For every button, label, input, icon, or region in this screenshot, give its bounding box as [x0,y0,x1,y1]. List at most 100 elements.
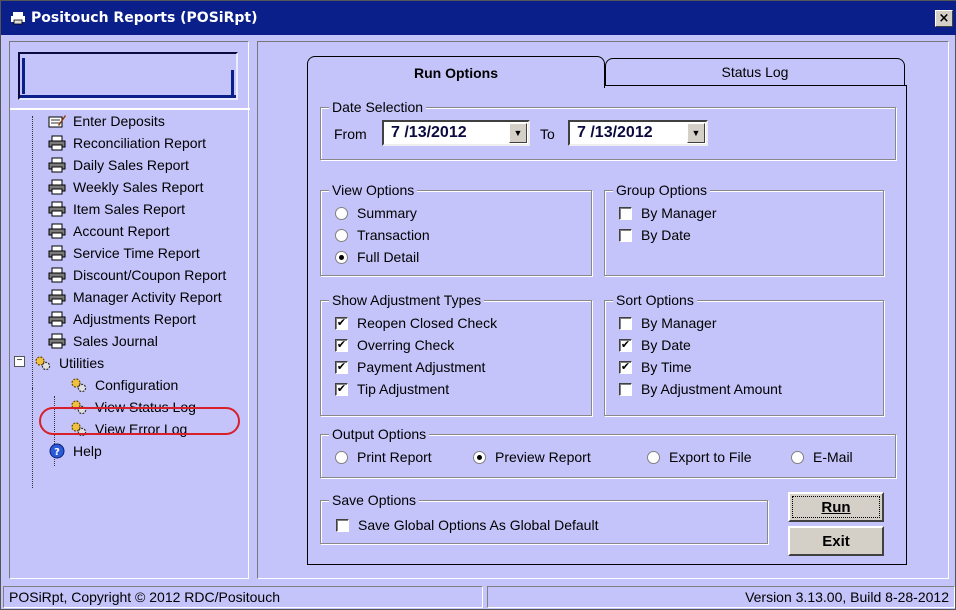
option-label: By Adjustment Amount [641,381,782,397]
highlight-ring [39,407,240,435]
tree-item[interactable]: Daily Sales Report [48,154,189,176]
checkbox-box[interactable] [619,228,632,242]
date-selection-legend: Date Selection [329,99,427,115]
option-label: Full Detail [357,249,420,265]
run-button[interactable]: Run [788,492,884,522]
sort-option-by-date[interactable]: ✔ By Date [619,335,691,355]
tree-item[interactable]: Utilities − [14,352,105,374]
tree-item-label: Sales Journal [73,333,158,349]
run-options-panel: Date Selection From 7 /13/2012 ▼ To 7 /1… [307,85,907,565]
option-label: Summary [357,205,417,221]
tree-item[interactable]: Account Report [48,220,170,242]
checkbox-box[interactable] [619,316,632,330]
radio-button[interactable] [473,450,486,464]
tab-run-options[interactable]: Run Options [307,56,605,88]
tree-item-label: Daily Sales Report [73,157,189,173]
from-date-value: 7 /13/2012 [391,124,467,141]
tree-item[interactable]: Configuration [70,374,178,396]
navigation-pane: Enter Deposits Reconciliation Report Daily… [9,41,250,579]
radio-button[interactable] [335,228,348,242]
printer-icon [48,201,66,217]
exit-button[interactable]: Exit [788,526,884,556]
checkbox-box[interactable]: ✔ [335,360,348,374]
checkbox-box[interactable]: ✔ [619,338,632,352]
checkbox-box[interactable]: ✔ [335,382,348,396]
tree-item[interactable]: Adjustments Report [48,308,196,330]
radio-button[interactable] [335,450,348,464]
tree-item[interactable]: Reconciliation Report [48,132,206,154]
output-option-preview-report[interactable]: Preview Report [473,447,591,467]
tree-item[interactable]: Manager Activity Report [48,286,222,308]
adjustment-type-reopen-closed-check[interactable]: ✔ Reopen Closed Check [335,313,497,333]
option-label: Transaction [357,227,430,243]
adjustment-type-overring-check[interactable]: ✔ Overring Check [335,335,454,355]
checkbox-box[interactable] [336,518,349,532]
output-option-print-report[interactable]: Print Report [335,447,432,467]
option-label: By Date [641,337,691,353]
tree-item-label: Reconciliation Report [73,135,207,151]
output-options-legend: Output Options [329,426,430,442]
sort-option-by-adjustment-amount[interactable]: By Adjustment Amount [619,379,782,399]
tree-item[interactable]: Enter Deposits [48,110,165,132]
radio-button[interactable] [791,450,804,464]
view-option-transaction[interactable]: Transaction [335,225,430,245]
sort-option-by-manager[interactable]: By Manager [619,313,716,333]
tree-item[interactable]: Service Time Report [48,242,200,264]
radio-button[interactable] [647,450,660,464]
checkbox-box[interactable]: ✔ [619,360,632,374]
printer-icon [48,333,66,349]
tree-item[interactable]: Discount/Coupon Report [48,264,226,286]
adjustment-types-group: Show Adjustment Types ✔ Reopen Closed Che… [320,292,592,416]
gears-icon [34,355,52,371]
report-tree: Enter Deposits Reconciliation Report Daily… [10,108,250,578]
radio-button[interactable] [335,206,348,220]
view-options-group: View Options Summary Transaction Full Deta… [320,182,592,276]
close-button[interactable]: × [935,10,953,27]
group-option-by-manager[interactable]: By Manager [619,203,716,223]
save-global-default-checkbox[interactable]: Save Global Options As Global Default [336,515,598,535]
tab-status-log[interactable]: Status Log [605,58,905,85]
chevron-down-icon[interactable]: ▼ [687,123,705,143]
to-date-picker[interactable]: 7 /13/2012 ▼ [568,120,708,146]
tree-item[interactable]: Item Sales Report [48,198,185,220]
from-date-picker[interactable]: 7 /13/2012 ▼ [382,120,530,146]
save-options-group: Save Options Save Global Options As Glob… [320,492,768,544]
status-copyright: POSiRpt, Copyright © 2012 RDC/Positouch [3,586,483,608]
gears-icon [70,377,88,393]
tree-item[interactable]: Weekly Sales Report [48,176,203,198]
checkbox-box[interactable] [619,382,632,396]
status-bar: POSiRpt, Copyright © 2012 RDC/Positouch … [1,584,956,610]
tree-item-label: Configuration [95,377,179,393]
checkbox-box[interactable] [619,206,632,220]
group-option-by-date[interactable]: By Date [619,225,691,245]
tree-item-label: Utilities [59,355,105,371]
app-window: Positouch Reports (POSiRpt) × Enter Depo… [0,0,956,610]
chevron-down-icon[interactable]: ▼ [509,123,527,143]
view-option-full-detail[interactable]: Full Detail [335,247,419,267]
printer-icon [48,157,66,173]
sort-option-by-time[interactable]: ✔ By Time [619,357,692,377]
option-label: Tip Adjustment [357,381,450,397]
printer-icon [48,289,66,305]
radio-button[interactable] [335,250,348,264]
to-date-value: 7 /13/2012 [577,124,653,141]
checkbox-box[interactable]: ✔ [335,316,348,330]
collapse-toggle-icon[interactable]: − [14,356,25,367]
option-label: By Time [641,359,692,375]
logo-box [18,52,238,100]
checkbox-box[interactable]: ✔ [335,338,348,352]
adjustment-type-tip-adjustment[interactable]: ✔ Tip Adjustment [335,379,449,399]
adjustment-type-payment-adjustment[interactable]: ✔ Payment Adjustment [335,357,485,377]
output-option-export-to-file[interactable]: Export to File [647,447,751,467]
tree-item[interactable]: ? Help [48,440,102,462]
tree-item[interactable]: Sales Journal [48,330,158,352]
status-version: Version 3.13.00, Build 8-28-2012 [487,586,955,608]
tree-item-label: Adjustments Report [73,311,196,327]
option-label: Payment Adjustment [357,359,486,375]
title-bar: Positouch Reports (POSiRpt) × [1,1,956,35]
output-option-e-mail[interactable]: E-Mail [791,447,853,467]
sort-options-group: Sort Options By Manager ✔ By Date ✔ By Time B… [604,292,884,416]
tree-item-label: Item Sales Report [73,201,186,217]
option-label: Preview Report [495,449,591,465]
view-option-summary[interactable]: Summary [335,203,417,223]
